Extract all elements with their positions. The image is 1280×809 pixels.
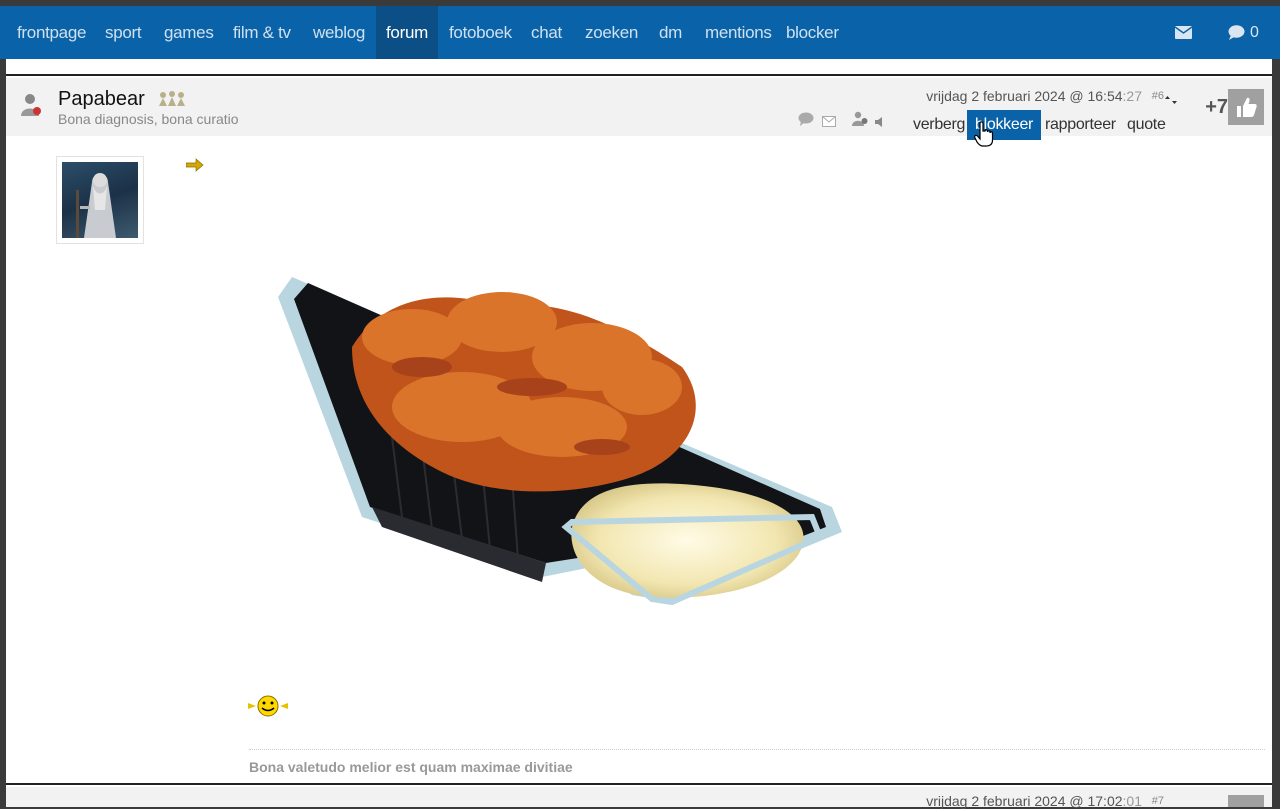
user-rank-icon: [158, 90, 186, 111]
post-user-subtitle: Bona diagnosis, bona curatio: [58, 111, 239, 127]
next-post-number[interactable]: #7: [1152, 795, 1164, 807]
notification-count: 0: [1250, 24, 1259, 41]
next-post-date: vrijdag 2 februari 2024 @ 17:02:01: [926, 793, 1142, 809]
quote-post-button[interactable]: quote: [1127, 110, 1166, 140]
nav-zoeken[interactable]: zoeken: [585, 6, 638, 59]
nav-frontpage[interactable]: frontpage: [17, 6, 86, 59]
arrow-right-icon: [185, 158, 204, 177]
nav-games[interactable]: games: [164, 6, 214, 59]
post-header: Papabear Bona diagnosis, bona curatio vr…: [6, 78, 1272, 140]
signature-separator: [249, 749, 1265, 751]
hide-post-button[interactable]: verberg: [913, 110, 965, 140]
message-icon[interactable]: [822, 114, 836, 132]
nav-fotoboek[interactable]: fotoboek: [449, 6, 512, 59]
user-status-icon: [20, 92, 44, 123]
next-like-button[interactable]: [1228, 795, 1264, 807]
post-username[interactable]: Papabear: [58, 88, 145, 111]
post-signature: Bona valetudo melior est quam maximae di…: [249, 759, 573, 775]
nav-sport[interactable]: sport: [105, 6, 142, 59]
report-post-button[interactable]: rapporteer: [1045, 110, 1116, 140]
nav-chat[interactable]: chat: [531, 6, 562, 59]
next-post-date-seconds: :01: [1122, 793, 1142, 809]
post-divider-next: [6, 783, 1272, 785]
smiley-icon: [248, 695, 288, 722]
post-date-seconds: :27: [1122, 88, 1142, 104]
post-date-main: vrijdag 2 februari 2024 @ 16:54: [926, 88, 1123, 104]
mail-icon[interactable]: [1174, 6, 1193, 59]
vote-count: +7: [1205, 96, 1228, 118]
reply-icon[interactable]: [798, 112, 814, 131]
post-number[interactable]: #6: [1152, 90, 1164, 102]
nav-dm[interactable]: dm: [659, 6, 682, 59]
post-image-kipcorn-tray: [272, 237, 848, 612]
main-navbar: frontpage sport games film & tv weblog f…: [0, 6, 1280, 59]
nav-forum[interactable]: forum: [376, 6, 438, 59]
nav-mentions[interactable]: mentions: [705, 6, 772, 59]
user-avatar[interactable]: [56, 156, 144, 244]
nav-blocker[interactable]: blocker: [786, 6, 839, 59]
avatar-image: [62, 162, 138, 238]
next-post-header: vrijdag 2 februari 2024 @ 17:02:01 #7: [6, 787, 1272, 809]
user-info-icon[interactable]: [852, 111, 868, 131]
thumbs-up-icon: [1237, 97, 1257, 117]
mouse-pointer-icon: [974, 121, 994, 152]
nav-weblog[interactable]: weblog: [313, 6, 365, 59]
like-button[interactable]: [1228, 89, 1264, 125]
nav-film-tv[interactable]: film & tv: [233, 6, 291, 59]
post-date: vrijdag 2 februari 2024 @ 16:54:27: [926, 88, 1142, 104]
forum-page: Papabear Bona diagnosis, bona curatio vr…: [6, 59, 1272, 809]
sound-icon[interactable]: [875, 114, 885, 132]
chat-bubble-icon[interactable]: [1228, 6, 1245, 59]
post-navigate-icon[interactable]: [1164, 92, 1178, 110]
next-post-date-main: vrijdag 2 februari 2024 @ 17:02: [926, 793, 1123, 809]
post-divider: [6, 74, 1272, 76]
